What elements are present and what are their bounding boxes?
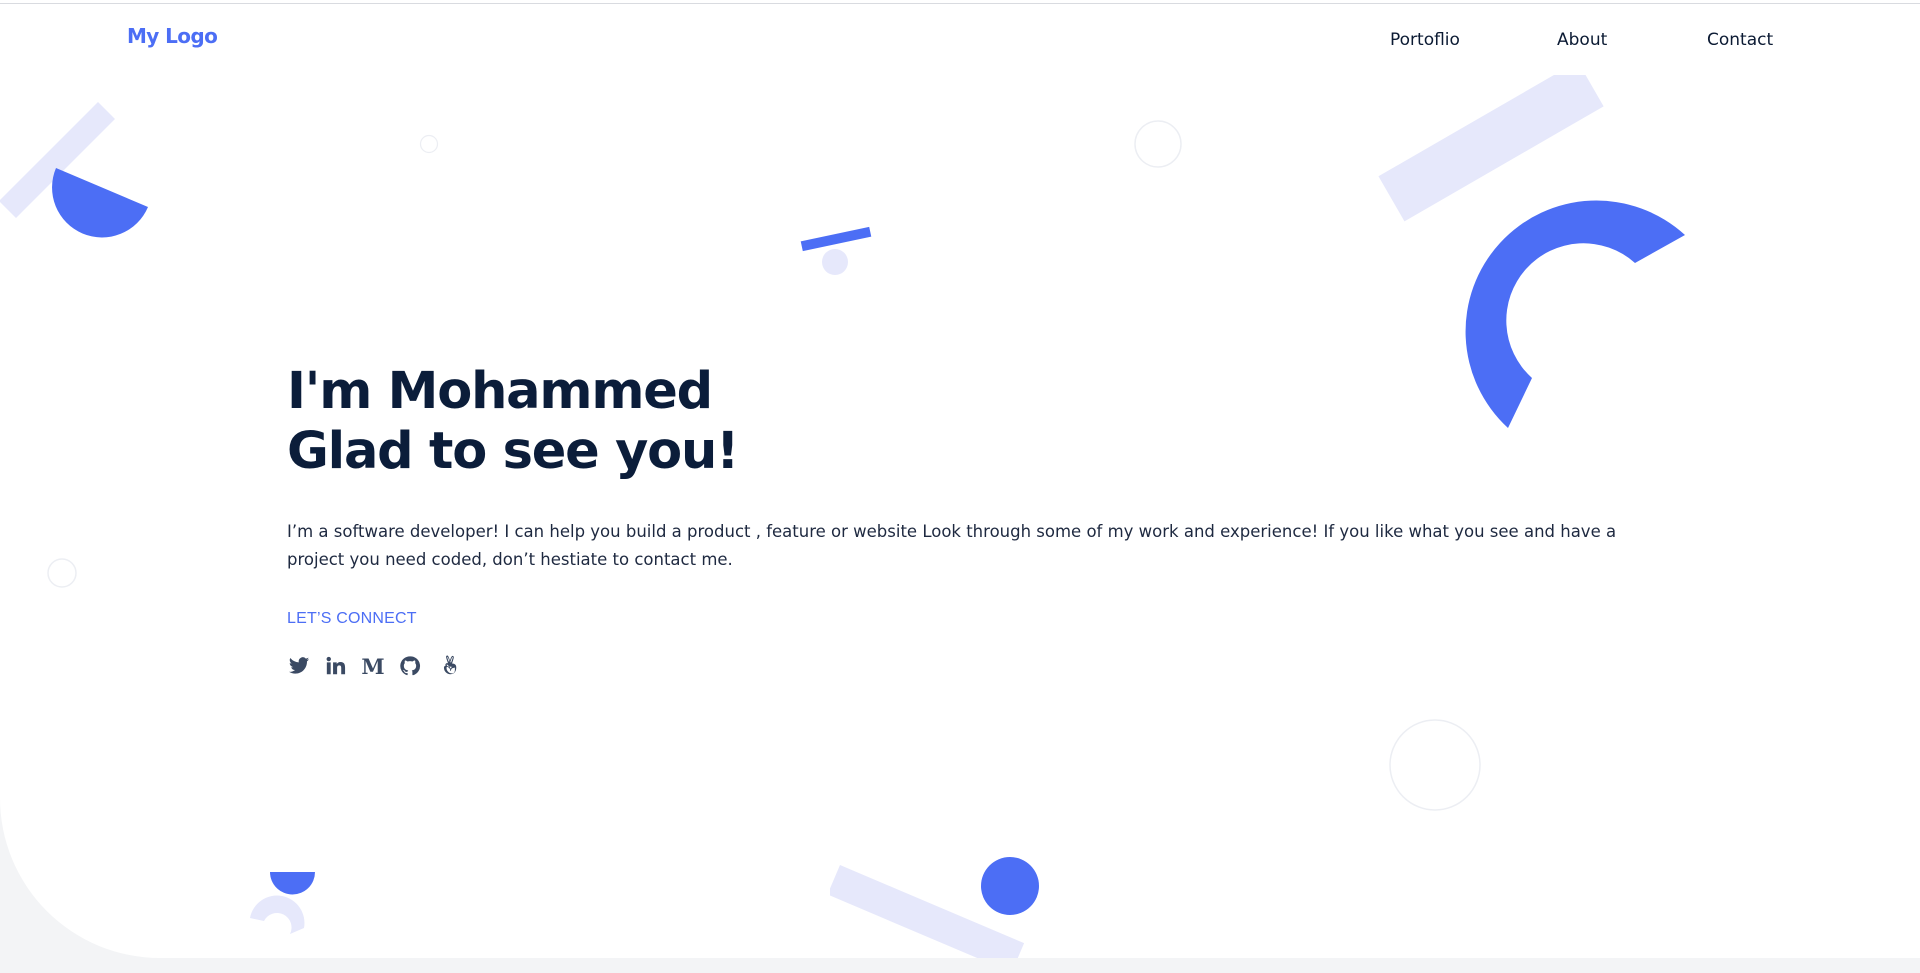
angellist-link[interactable] — [435, 654, 459, 678]
medium-icon: M — [361, 653, 385, 679]
hero-description: I’m a software developer! I can help you… — [287, 522, 1617, 569]
angellist-icon — [443, 655, 457, 675]
hero-title-line-1: I'm Mohammed — [287, 362, 713, 421]
decor-blue-half — [270, 872, 315, 895]
hero-section: I'm Mohammed Glad to see you! I’m a soft… — [287, 362, 1647, 679]
decor-bottom-center — [830, 857, 1039, 958]
decor-blue-dot — [981, 857, 1039, 915]
site-logo[interactable]: My Logo — [127, 24, 218, 48]
page-frame: My Logo Portoflio About Contact I'm Moha… — [0, 0, 1920, 958]
decor-light-arc — [250, 895, 305, 934]
github-link[interactable] — [398, 654, 422, 678]
twitter-icon — [288, 657, 310, 674]
nav-link-about[interactable]: About — [1557, 30, 1607, 50]
decor-center-top — [800, 226, 872, 275]
social-links: M — [287, 653, 1647, 679]
twitter-link[interactable] — [287, 654, 311, 678]
linkedin-icon — [326, 656, 346, 675]
medium-link[interactable]: M — [361, 653, 385, 679]
hero-title-line-2: Glad to see you! — [287, 422, 739, 481]
nav-link-portfolio[interactable]: Portoflio — [1390, 30, 1460, 50]
decor-half-circle — [52, 168, 148, 238]
linkedin-link[interactable] — [324, 654, 348, 678]
decor-bottom-left — [250, 872, 315, 934]
decor-top-left — [0, 102, 148, 238]
lets-connect-link[interactable]: LET’S CONNECT — [287, 610, 417, 628]
decor-light-bar-right — [1378, 75, 1604, 222]
github-icon — [400, 656, 421, 676]
decor-light-dot — [822, 249, 848, 275]
decor-ring-mid — [1134, 120, 1182, 168]
top-divider — [0, 3, 1920, 4]
decor-small-ring — [419, 134, 439, 154]
hero-title: I'm Mohammed Glad to see you! — [287, 362, 1647, 482]
decor-ring-large — [1389, 719, 1481, 811]
decor-blue-bar — [800, 226, 872, 252]
nav-link-contact[interactable]: Contact — [1707, 30, 1773, 50]
decor-ring-left — [47, 558, 77, 588]
